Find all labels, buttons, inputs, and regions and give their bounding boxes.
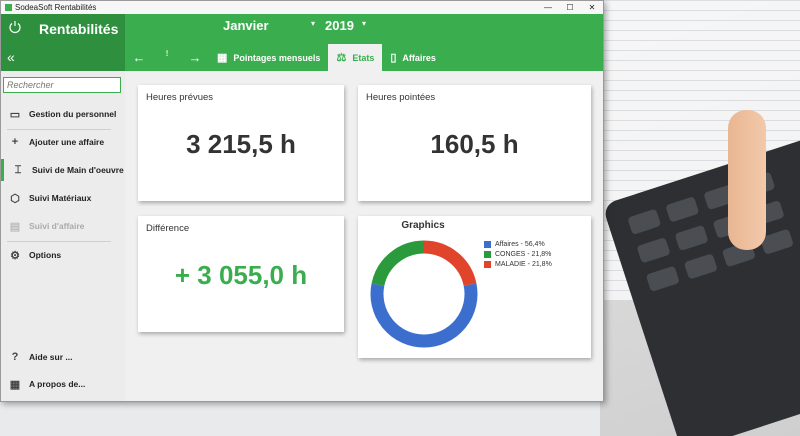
card-value: + 3 055,0 h [174, 260, 308, 290]
tab-pointages-mensuels[interactable]: ▦ Pointages mensuels [209, 44, 328, 71]
legend-swatch [484, 251, 491, 258]
background-photo [600, 0, 800, 436]
sidebar-item-label: Gestion du personnel [29, 109, 117, 119]
sidebar-item-aide[interactable]: ? Aide sur ... [1, 346, 125, 368]
back-arrow-icon[interactable]: ← [125, 50, 153, 65]
donut-chart [370, 240, 478, 348]
card-difference: Différence + 3 055,0 h [138, 216, 344, 332]
id-card-icon: ▭ [9, 108, 21, 121]
calendar-icon: ▦ [217, 52, 228, 64]
sidebar-item-label: Suivi d'affaire [29, 221, 85, 231]
tab-etats[interactable]: ⚖ Etats [328, 44, 383, 71]
card-heures-prevues: Heures prévues 3 215,5 h [138, 85, 344, 201]
search-input[interactable] [3, 77, 121, 93]
hand-image [728, 110, 766, 250]
app-icon [5, 4, 12, 11]
title-bar: SodeaSoft Rentabilités — ☐ ✕ [1, 1, 603, 14]
legend-label: MALADIE - 21,8% [495, 261, 552, 268]
plus-icon: + [11, 136, 19, 148]
sidebar-item-label: Options [29, 250, 62, 260]
power-icon[interactable] [8, 20, 24, 36]
sidebar-item-label: A propos de... [29, 379, 86, 389]
chart-legend: Affaires - 56,4% CONGES - 21,8% MALADIE - … [484, 241, 552, 271]
notebook-icon: ▯ [390, 52, 397, 64]
window-title: SodeaSoft Rentabilités [15, 3, 97, 12]
collapse-sidebar-icon[interactable]: « [7, 49, 15, 65]
text-cursor-icon: ⌶ [14, 163, 22, 176]
info-icon[interactable]: ꜝ [153, 52, 181, 64]
donut-slice [371, 240, 425, 287]
tab-label: Pointages mensuels [233, 52, 321, 63]
close-button[interactable]: ✕ [581, 1, 603, 14]
gear-icon: ⚙ [10, 249, 20, 262]
card-label: Heures pointées [366, 92, 436, 103]
sidebar-item-options[interactable]: ⚙ Options [1, 244, 125, 266]
donut-slice [370, 283, 478, 348]
main-content: Heures prévues 3 215,5 h Heures pointées… [125, 71, 603, 401]
legend-label: CONGES - 21,8% [495, 251, 552, 258]
app-title: Rentabilités [39, 21, 119, 37]
sidebar-item-label: Suivi de Main d'oeuvre [32, 165, 124, 175]
scale-icon: ⚖ [336, 52, 347, 64]
legend-entry: MALADIE - 21,8% [484, 261, 552, 268]
legend-swatch [484, 261, 491, 268]
sidebar-item-label: Suivi Matériaux [29, 193, 92, 203]
clipboard-icon: ▤ [9, 220, 21, 233]
sidebar-item-suivi-materiaux[interactable]: ⬡ Suivi Matériaux [1, 187, 125, 209]
donut-slice [423, 240, 477, 287]
card-heures-pointees: Heures pointées 160,5 h [358, 85, 591, 201]
sidebar-item-label: Ajouter une affaire [29, 137, 105, 147]
sidebar-item-a-propos[interactable]: ▦ A propos de... [1, 373, 125, 395]
box-icon: ⬡ [10, 192, 20, 205]
sidebar-item-gestion-personnel[interactable]: ▭ Gestion du personnel [1, 103, 125, 125]
year-selector[interactable]: 2019 [325, 18, 354, 33]
legend-label: Affaires - 56,4% [495, 241, 545, 248]
legend-entry: Affaires - 56,4% [484, 241, 552, 248]
sidebar-item-suivi-affaire: ▤ Suivi d'affaire [1, 215, 125, 237]
month-selector[interactable]: Janvier [223, 18, 269, 33]
card-value: 160,5 h [430, 129, 519, 159]
sidebar: ▭ Gestion du personnel + Ajouter une aff… [1, 71, 125, 401]
sidebar-item-ajouter-affaire[interactable]: + Ajouter une affaire [1, 131, 125, 153]
maximize-button[interactable]: ☐ [559, 1, 581, 14]
header-bar: Rentabilités « Janvier ▾ 2019 ▾ ← ꜝ → ▦ … [1, 14, 603, 71]
app-window: SodeaSoft Rentabilités — ☐ ✕ Rentabilité… [0, 0, 604, 402]
sidebar-item-label: Aide sur ... [29, 352, 73, 362]
card-label: Heures prévues [146, 92, 214, 103]
tab-affaires[interactable]: ▯ Affaires [382, 44, 444, 71]
chevron-down-icon[interactable]: ▾ [311, 19, 315, 28]
grid-icon: ▦ [9, 378, 21, 391]
card-graphics: Graphics Affaires - 56,4% CONGES - 21,8% M… [358, 216, 591, 358]
legend-entry: CONGES - 21,8% [484, 251, 552, 258]
legend-swatch [484, 241, 491, 248]
tab-label: Affaires [402, 52, 436, 63]
card-value: 3 215,5 h [186, 129, 296, 159]
sidebar-item-suivi-main-oeuvre[interactable]: ⌶ Suivi de Main d'oeuvre [1, 159, 128, 181]
tab-label: Etats [352, 52, 375, 63]
chevron-down-icon[interactable]: ▾ [362, 19, 366, 28]
forward-arrow-icon[interactable]: → [181, 50, 209, 65]
card-label: Différence [146, 223, 190, 234]
minimize-button[interactable]: — [537, 1, 559, 14]
help-icon: ? [11, 351, 19, 363]
toolbar: ← ꜝ → ▦ Pointages mensuels ⚖ Etats ▯ Aff… [125, 44, 444, 71]
